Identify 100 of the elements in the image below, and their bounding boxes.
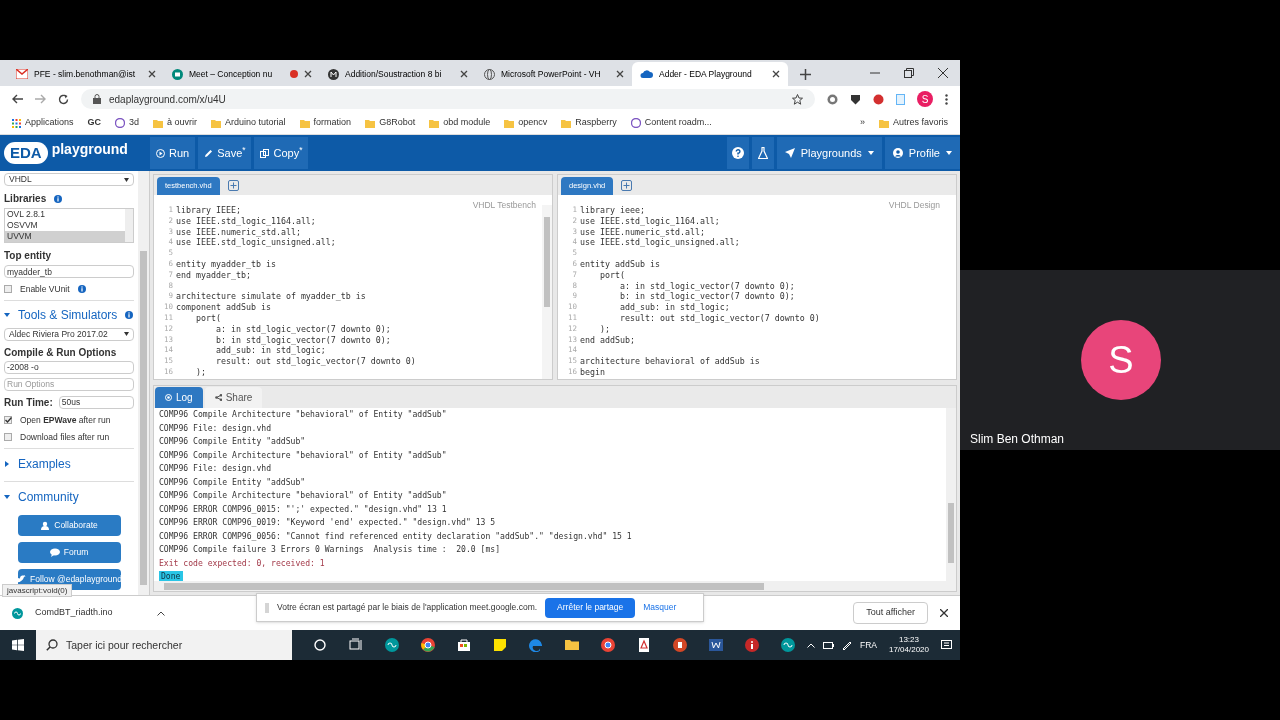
chevron-icon[interactable] bbox=[157, 610, 165, 616]
toolbar-button[interactable]: Copy$^{*}$ bbox=[254, 137, 309, 169]
battery-icon[interactable] bbox=[822, 641, 834, 649]
reload-icon[interactable] bbox=[58, 93, 69, 105]
library-option[interactable]: UVVM bbox=[5, 231, 125, 242]
community-button[interactable]: Forum bbox=[17, 542, 121, 564]
checkbox[interactable] bbox=[4, 285, 12, 294]
bookmark[interactable]: G8Robot bbox=[365, 116, 416, 130]
new-tab-icon[interactable] bbox=[800, 69, 811, 80]
bookmark[interactable]: 3d bbox=[115, 116, 140, 130]
scrollbar-thumb[interactable] bbox=[140, 251, 147, 585]
scrollbar[interactable] bbox=[125, 209, 133, 242]
bookmark[interactable]: opencv bbox=[504, 116, 548, 130]
input-field[interactable]: -2008 -o bbox=[4, 360, 134, 374]
bookmark[interactable]: Content roadm... bbox=[630, 116, 712, 130]
sticky-note-icon[interactable] bbox=[493, 638, 507, 652]
close-icon[interactable] bbox=[148, 70, 156, 78]
bookmark[interactable]: GC bbox=[87, 116, 102, 130]
help-button[interactable] bbox=[726, 137, 749, 169]
browser-icon[interactable] bbox=[601, 638, 615, 652]
presentation-icon[interactable] bbox=[673, 638, 687, 652]
bookmark[interactable]: Raspberry bbox=[561, 116, 617, 130]
dropdown[interactable]: Aldec Riviera Pro 2017.02 bbox=[4, 327, 134, 341]
menu-button[interactable]: Playgrounds bbox=[776, 137, 882, 169]
hide-button[interactable]: Masquer bbox=[643, 601, 677, 614]
close-icon[interactable] bbox=[940, 609, 948, 617]
pencil-icon bbox=[204, 148, 214, 158]
download-file-name[interactable]: ComdBT_riadth.ino bbox=[35, 606, 145, 620]
stop-sharing-button[interactable]: Arrêter le partage bbox=[545, 597, 636, 618]
toolbar-button[interactable]: Run bbox=[150, 137, 196, 169]
bookmark[interactable]: Autres favoris bbox=[878, 116, 948, 130]
browser-tab[interactable]: Adder - EDA Playground bbox=[632, 62, 788, 86]
section-header[interactable]: Tools & Simulators bbox=[4, 299, 134, 324]
extension-icon[interactable] bbox=[873, 93, 884, 105]
menu-button[interactable]: Profile bbox=[884, 137, 960, 169]
code-line: end myadder_tb; bbox=[176, 269, 251, 281]
dropdown[interactable]: VHDL bbox=[4, 173, 134, 186]
star-icon[interactable] bbox=[792, 93, 803, 105]
input-field[interactable]: myadder_tb bbox=[4, 265, 134, 278]
task-view-icon[interactable] bbox=[349, 638, 363, 652]
close-icon[interactable] bbox=[460, 70, 468, 78]
info-icon bbox=[77, 285, 86, 294]
checkbox[interactable] bbox=[4, 432, 12, 441]
scrollbar-thumb[interactable] bbox=[164, 582, 764, 590]
notification-icon[interactable] bbox=[941, 639, 952, 651]
community-button[interactable]: Collaborate bbox=[17, 515, 121, 537]
scrollbar-thumb[interactable] bbox=[948, 503, 954, 563]
pen-icon[interactable] bbox=[841, 640, 852, 650]
close-icon[interactable] bbox=[938, 68, 948, 78]
add-file-icon[interactable] bbox=[227, 180, 239, 191]
code-line: ); bbox=[598, 323, 610, 335]
shield-icon[interactable] bbox=[850, 93, 861, 105]
bookmark[interactable]: Arduino tutorial bbox=[211, 116, 286, 130]
bookmark[interactable]: à ouvrir bbox=[153, 116, 198, 130]
profile-avatar[interactable]: S bbox=[917, 91, 933, 107]
globe-icon bbox=[484, 68, 495, 80]
close-icon[interactable] bbox=[616, 70, 624, 78]
browser-icon[interactable] bbox=[421, 638, 435, 652]
language-indicator[interactable]: FRA bbox=[859, 638, 877, 652]
restore-icon[interactable] bbox=[904, 68, 914, 78]
bookmark[interactable]: formation bbox=[299, 116, 352, 130]
close-icon[interactable] bbox=[772, 70, 780, 78]
search-field[interactable]: Taper ici pour rechercher bbox=[36, 630, 292, 660]
back-icon[interactable] bbox=[12, 94, 23, 104]
infinity-icon[interactable] bbox=[385, 638, 399, 652]
library-option[interactable]: OSVVM bbox=[5, 220, 125, 231]
bookmark[interactable]: obd module bbox=[429, 116, 491, 130]
info-icon[interactable] bbox=[745, 638, 759, 652]
toolbar-button[interactable]: Save$^{*}$ bbox=[198, 137, 252, 169]
close-icon[interactable] bbox=[304, 70, 312, 78]
menu-icon[interactable] bbox=[945, 93, 948, 105]
input-field[interactable]: 50us bbox=[58, 395, 134, 409]
infinity-icon[interactable] bbox=[781, 638, 795, 652]
word-icon[interactable] bbox=[709, 638, 723, 652]
more-bookmarks-button[interactable]: » bbox=[859, 116, 865, 130]
extension-icon[interactable] bbox=[827, 93, 838, 105]
log-tab[interactable]: Share bbox=[204, 387, 263, 408]
user-icon bbox=[892, 148, 903, 158]
pdf-icon[interactable] bbox=[637, 638, 651, 652]
section-header[interactable]: Community bbox=[4, 481, 134, 507]
clock[interactable]: 13:23 17/04/2020 bbox=[884, 635, 933, 655]
drag-handle-icon[interactable] bbox=[265, 602, 269, 613]
windows-icon[interactable] bbox=[12, 639, 24, 651]
log-tab[interactable]: Log bbox=[155, 387, 203, 408]
input-field[interactable]: Run Options bbox=[4, 377, 134, 391]
folder-icon[interactable] bbox=[565, 638, 579, 652]
bookmark[interactable]: Applications bbox=[12, 116, 74, 130]
log-line: COMP96 File: design.vhd bbox=[159, 421, 273, 435]
section-header[interactable]: Examples bbox=[4, 448, 134, 474]
search-circle-icon[interactable] bbox=[313, 638, 327, 652]
address-bar[interactable]: edaplayground.com/x/u4U bbox=[81, 89, 815, 109]
edge-icon[interactable] bbox=[529, 638, 543, 652]
add-file-icon[interactable] bbox=[621, 180, 633, 191]
show-all-button[interactable]: Tout afficher bbox=[853, 602, 928, 624]
library-option[interactable]: OVL 2.8.1 bbox=[5, 209, 125, 220]
checkbox[interactable] bbox=[4, 416, 12, 425]
flask-button[interactable] bbox=[751, 137, 774, 169]
scrollbar-thumb[interactable] bbox=[544, 217, 550, 307]
shopping-bag-icon[interactable] bbox=[457, 638, 471, 652]
log-line: COMP96 ERROR COMP96_0019: "Keyword 'end' expected." "design.vhd" 13 5 bbox=[159, 516, 497, 529]
